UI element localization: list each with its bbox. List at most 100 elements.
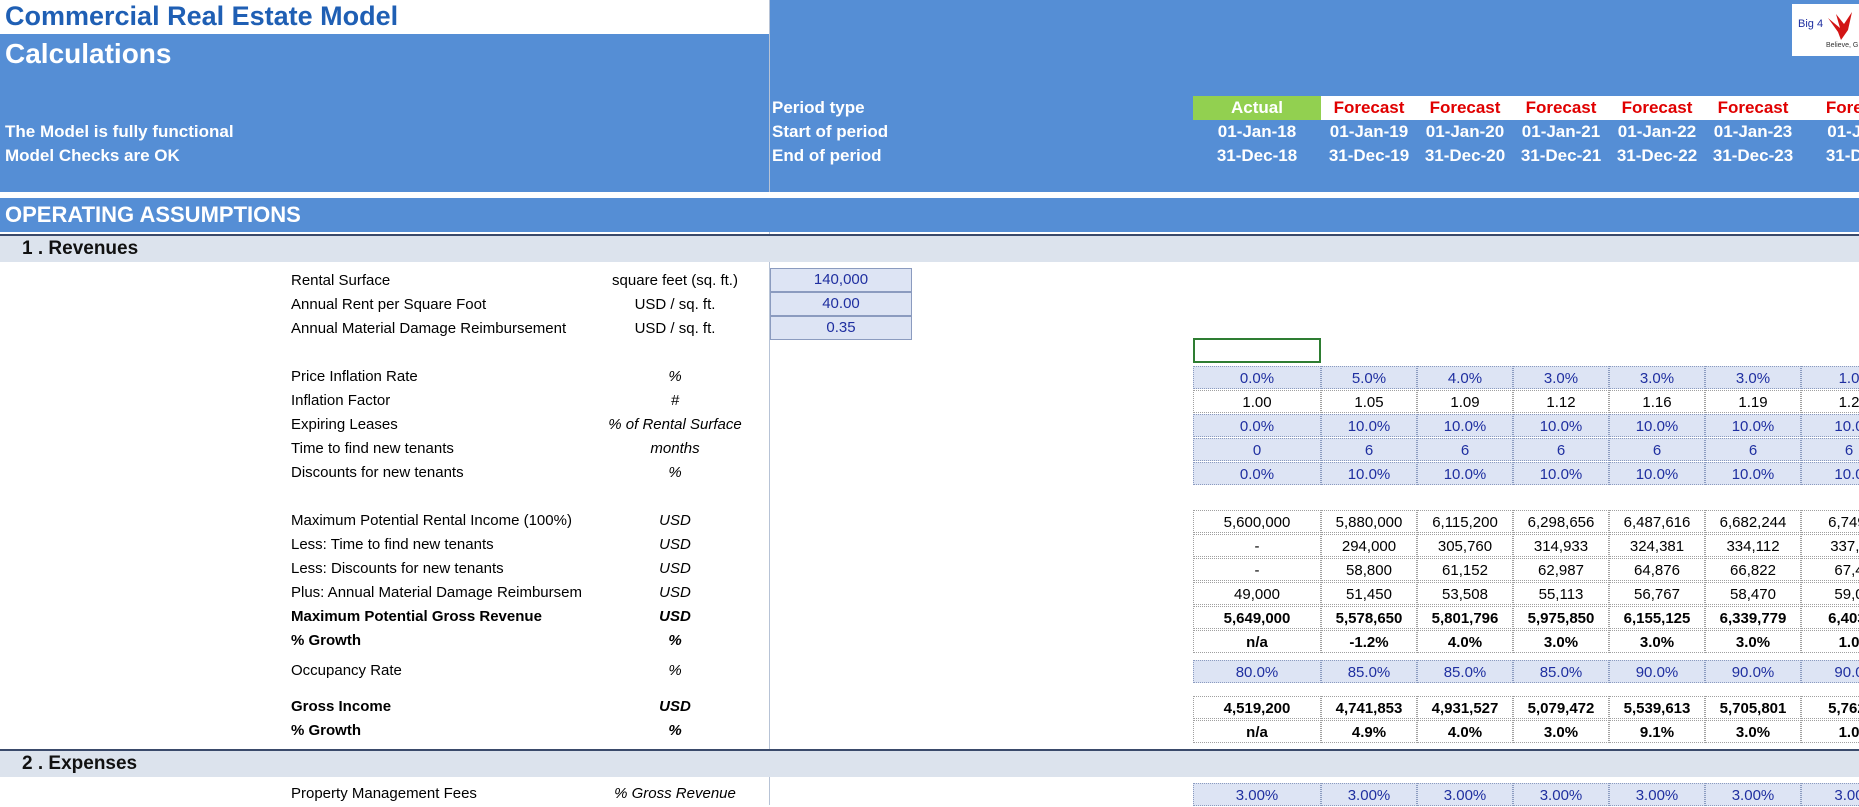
period-type-label: Period type bbox=[772, 98, 865, 117]
data-cell: 5,801,796 bbox=[1417, 606, 1513, 629]
data-cell[interactable]: 3.00 bbox=[1801, 783, 1859, 806]
data-cell: 59,0 bbox=[1801, 582, 1859, 605]
data-cell[interactable]: 80.0% bbox=[1193, 660, 1321, 683]
data-cell: 6,403, bbox=[1801, 606, 1859, 629]
data-cell: -1.2% bbox=[1321, 630, 1417, 653]
data-cell[interactable]: 0.0% bbox=[1193, 462, 1321, 485]
period-type-cell: Forecast bbox=[1609, 96, 1705, 120]
row-unit: USD bbox=[659, 608, 691, 625]
row-label: Less: Discounts for new tenants bbox=[291, 560, 504, 577]
section-title: OPERATING ASSUMPTIONS bbox=[5, 202, 301, 227]
data-cell[interactable]: 10.0% bbox=[1609, 414, 1705, 437]
data-cell: 6,155,125 bbox=[1609, 606, 1705, 629]
row-label: Price Inflation Rate bbox=[291, 368, 418, 385]
data-cell[interactable]: 6 bbox=[1513, 438, 1609, 461]
data-cell[interactable]: 10.0% bbox=[1417, 462, 1513, 485]
data-cell[interactable]: 85.0% bbox=[1417, 660, 1513, 683]
data-cell: 3.0% bbox=[1513, 630, 1609, 653]
period-start-cell: 01-Jan-19 bbox=[1329, 122, 1409, 141]
data-cell[interactable]: 3.00% bbox=[1609, 783, 1705, 806]
revenues-heading: 1 . Revenues bbox=[22, 238, 139, 259]
data-cell[interactable]: 6 bbox=[1609, 438, 1705, 461]
data-cell[interactable]: 6 bbox=[1321, 438, 1417, 461]
data-cell[interactable]: 6 bbox=[1705, 438, 1801, 461]
data-cell[interactable]: 3.0% bbox=[1609, 366, 1705, 389]
data-cell[interactable]: 3.00% bbox=[1705, 783, 1801, 806]
period-end-cell: 31-Dec-21 bbox=[1520, 146, 1602, 165]
row-label: % Growth bbox=[291, 632, 361, 649]
input-annual-rent[interactable]: 40.00 bbox=[770, 292, 912, 316]
period-start-cell: 01-Ja bbox=[1827, 122, 1859, 141]
input-label-annual-rent: Annual Rent per Square Foot bbox=[291, 296, 487, 313]
data-cell: 9.1% bbox=[1609, 720, 1705, 743]
input-unit-rental-surface: square feet (sq. ft.) bbox=[612, 272, 738, 289]
data-cell[interactable]: 5.0% bbox=[1321, 366, 1417, 389]
data-cell[interactable]: 90.0% bbox=[1705, 660, 1801, 683]
period-type-cell: Forecast bbox=[1321, 96, 1417, 120]
period-start-cell: 01-Jan-21 bbox=[1521, 122, 1601, 141]
data-cell[interactable]: 0 bbox=[1193, 438, 1321, 461]
data-cell: - bbox=[1193, 558, 1321, 581]
input-label-rental-surface: Rental Surface bbox=[291, 272, 391, 289]
data-cell[interactable]: 85.0% bbox=[1513, 660, 1609, 683]
data-cell: 305,760 bbox=[1417, 534, 1513, 557]
data-cell[interactable]: 10.0% bbox=[1513, 462, 1609, 485]
data-cell[interactable]: 85.0% bbox=[1321, 660, 1417, 683]
sheet-title: Calculations bbox=[5, 38, 172, 69]
row-unit: % bbox=[668, 368, 682, 385]
data-cell: 6,115,200 bbox=[1417, 510, 1513, 533]
period-type-cell: Actual bbox=[1193, 96, 1321, 120]
data-cell[interactable]: 3.00% bbox=[1417, 783, 1513, 806]
input-rental-surface[interactable]: 140,000 bbox=[770, 268, 912, 292]
data-cell[interactable]: 10.0% bbox=[1417, 414, 1513, 437]
row-label: Time to find new tenants bbox=[291, 440, 454, 457]
data-cell: 6,682,244 bbox=[1705, 510, 1801, 533]
data-cell[interactable]: 10.0% bbox=[1705, 414, 1801, 437]
data-cell[interactable]: 10.0% bbox=[1321, 414, 1417, 437]
data-cell: 1.05 bbox=[1321, 390, 1417, 413]
data-cell[interactable]: 3.00% bbox=[1193, 783, 1321, 806]
row-unit: USD bbox=[659, 536, 691, 553]
data-cell[interactable]: 10.0% bbox=[1321, 462, 1417, 485]
data-cell: 1.19 bbox=[1705, 390, 1801, 413]
data-cell[interactable]: 6 bbox=[1417, 438, 1513, 461]
row-unit: USD bbox=[659, 512, 691, 529]
data-cell[interactable]: 0.0% bbox=[1193, 366, 1321, 389]
data-cell[interactable]: 3.00% bbox=[1513, 783, 1609, 806]
data-cell: 1.0 bbox=[1801, 720, 1859, 743]
data-cell[interactable]: 90.0% bbox=[1609, 660, 1705, 683]
data-cell[interactable]: 10.0 bbox=[1801, 414, 1859, 437]
data-cell[interactable]: 10.0 bbox=[1801, 462, 1859, 485]
data-cell: n/a bbox=[1193, 720, 1321, 743]
period-start-cell: 01-Jan-23 bbox=[1713, 122, 1793, 141]
data-cell: 1.12 bbox=[1513, 390, 1609, 413]
data-cell[interactable]: 1.0 bbox=[1801, 366, 1859, 389]
data-cell[interactable]: 3.0% bbox=[1705, 366, 1801, 389]
data-cell[interactable]: 10.0% bbox=[1609, 462, 1705, 485]
data-cell[interactable]: 90.0 bbox=[1801, 660, 1859, 683]
row-label: Maximum Potential Rental Income (100%) bbox=[291, 512, 572, 529]
data-cell[interactable]: 4.0% bbox=[1417, 366, 1513, 389]
row-unit: USD bbox=[659, 584, 691, 601]
data-cell[interactable]: 10.0% bbox=[1705, 462, 1801, 485]
data-cell: 4.0% bbox=[1417, 720, 1513, 743]
data-cell[interactable]: 10.0% bbox=[1513, 414, 1609, 437]
data-cell: 4,519,200 bbox=[1193, 696, 1321, 719]
model-title: Commercial Real Estate Model bbox=[5, 1, 399, 31]
data-cell[interactable]: 3.00% bbox=[1321, 783, 1417, 806]
data-cell: n/a bbox=[1193, 630, 1321, 653]
data-cell: 5,600,000 bbox=[1193, 510, 1321, 533]
data-cell[interactable]: 3.0% bbox=[1513, 366, 1609, 389]
data-cell[interactable]: 6 bbox=[1801, 438, 1859, 461]
data-cell: 324,381 bbox=[1609, 534, 1705, 557]
data-cell: 4.9% bbox=[1321, 720, 1417, 743]
data-cell: 53,508 bbox=[1417, 582, 1513, 605]
input-damage-reimbursement[interactable]: 0.35 bbox=[770, 316, 912, 340]
data-cell[interactable]: 0.0% bbox=[1193, 414, 1321, 437]
row-label: Expiring Leases bbox=[291, 416, 398, 433]
selected-cell[interactable] bbox=[1193, 338, 1321, 363]
section-operating-assumptions: OPERATING ASSUMPTIONS bbox=[0, 198, 1859, 232]
row-unit: % bbox=[668, 632, 682, 649]
data-cell: 6,298,656 bbox=[1513, 510, 1609, 533]
data-cell: 1.0 bbox=[1801, 630, 1859, 653]
